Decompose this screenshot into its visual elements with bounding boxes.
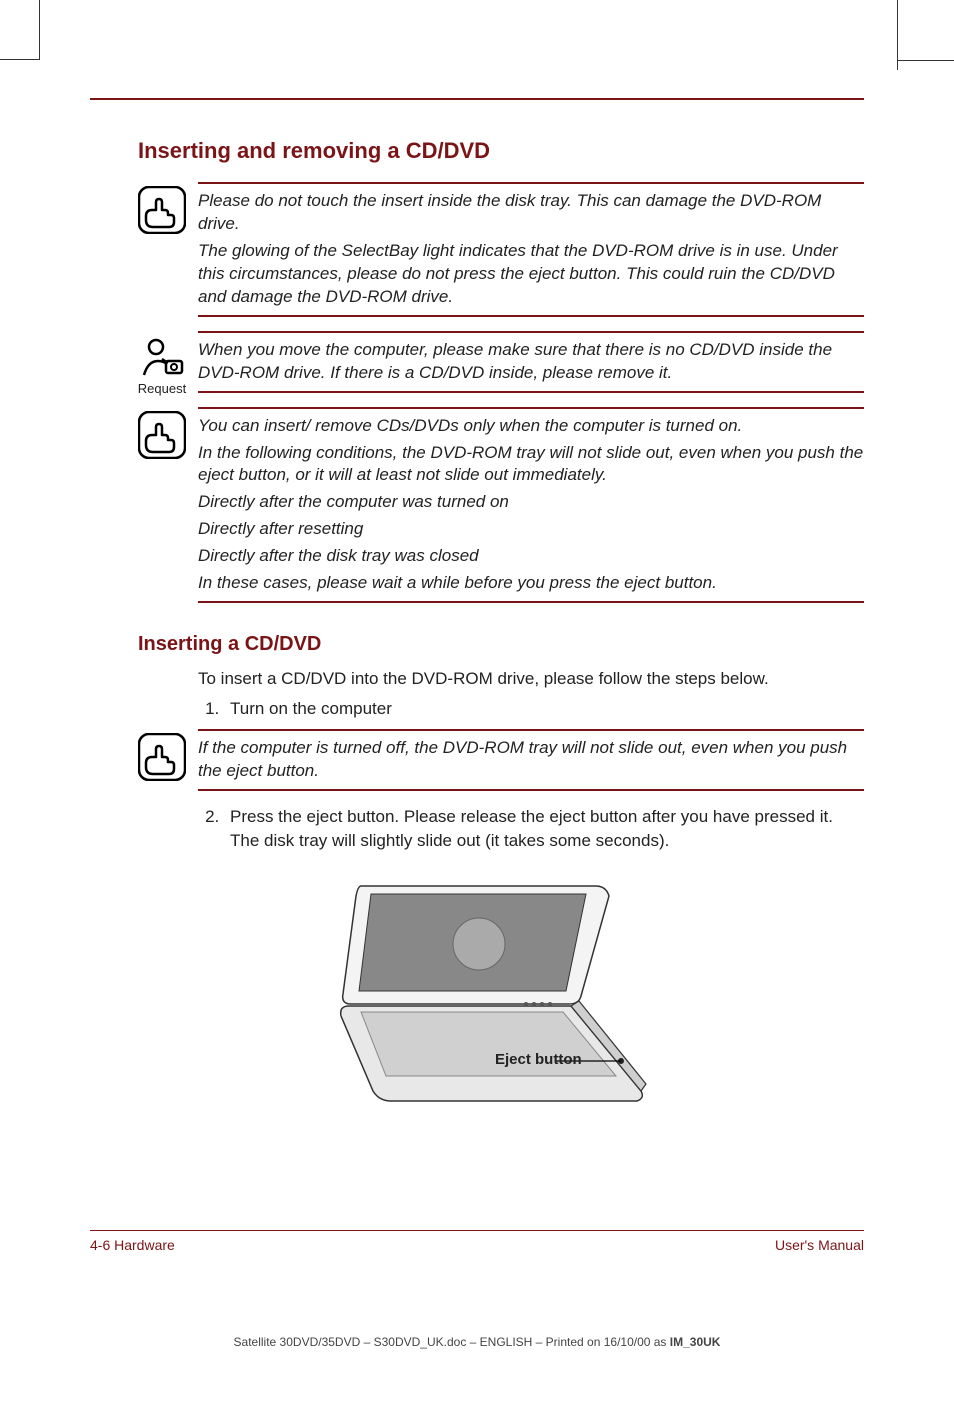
- page: Inserting and removing a CD/DVD Please d…: [0, 0, 954, 1409]
- callout-text: The glowing of the SelectBay light indic…: [198, 240, 864, 309]
- laptop-illustration: [331, 876, 671, 1131]
- request-icon-label: Request: [132, 381, 192, 396]
- callout-text: Directly after resetting: [198, 518, 864, 541]
- crop-mark-top-left: [0, 0, 40, 60]
- header-rule: [90, 98, 864, 100]
- footer-right: User's Manual: [775, 1237, 864, 1253]
- rule: [198, 391, 864, 393]
- steps-list-cont: Press the eject button. Please release t…: [198, 805, 864, 853]
- print-line-bold: IM_30UK: [670, 1335, 721, 1349]
- callout-text: Directly after the computer was turned o…: [198, 491, 864, 514]
- content-area: Inserting and removing a CD/DVD Please d…: [138, 138, 864, 1131]
- callout-text: Please do not touch the insert inside th…: [198, 190, 864, 236]
- rule: [198, 407, 864, 409]
- callout-text: When you move the computer, please make …: [198, 339, 864, 385]
- section-heading-1: Inserting and removing a CD/DVD: [138, 138, 864, 164]
- footer-rule: [90, 1230, 864, 1231]
- rule: [198, 601, 864, 603]
- print-line: Satellite 30DVD/35DVD – S30DVD_UK.doc – …: [0, 1335, 954, 1349]
- body-intro: To insert a CD/DVD into the DVD-ROM driv…: [198, 668, 864, 691]
- section-heading-2: Inserting a CD/DVD: [138, 633, 864, 656]
- step-2: Press the eject button. Please release t…: [224, 805, 864, 853]
- rule: [198, 789, 864, 791]
- footer-left: 4-6 Hardware: [90, 1237, 175, 1253]
- request-icon: [138, 335, 186, 383]
- pointing-hand-icon: [138, 733, 186, 781]
- callout-text: In the following conditions, the DVD-ROM…: [198, 442, 864, 488]
- print-line-text: Satellite 30DVD/35DVD – S30DVD_UK.doc – …: [234, 1335, 670, 1349]
- rule: [198, 331, 864, 333]
- rule: [198, 315, 864, 317]
- pointing-hand-icon: [138, 411, 186, 459]
- callout-text: If the computer is turned off, the DVD-R…: [198, 737, 864, 783]
- footer: 4-6 Hardware User's Manual: [90, 1237, 864, 1253]
- callout-note-3: If the computer is turned off, the DVD-R…: [138, 729, 864, 791]
- figure-eject-button: Eject button: [331, 876, 671, 1131]
- pointing-hand-icon: [138, 186, 186, 234]
- figure-label: Eject button: [495, 1051, 582, 1068]
- callout-note-2: You can insert/ remove CDs/DVDs only whe…: [138, 407, 864, 604]
- callout-text: Directly after the disk tray was closed: [198, 545, 864, 568]
- crop-mark-top-right-h: [898, 60, 954, 61]
- callout-text: In these cases, please wait a while befo…: [198, 572, 864, 595]
- callout-request: Request When you move the computer, plea…: [138, 331, 864, 393]
- callout-note-1: Please do not touch the insert inside th…: [138, 182, 864, 317]
- callout-text: You can insert/ remove CDs/DVDs only whe…: [198, 415, 864, 438]
- steps-list: Turn on the computer: [198, 697, 864, 721]
- step-1: Turn on the computer: [224, 697, 864, 721]
- rule: [198, 182, 864, 184]
- rule: [198, 729, 864, 731]
